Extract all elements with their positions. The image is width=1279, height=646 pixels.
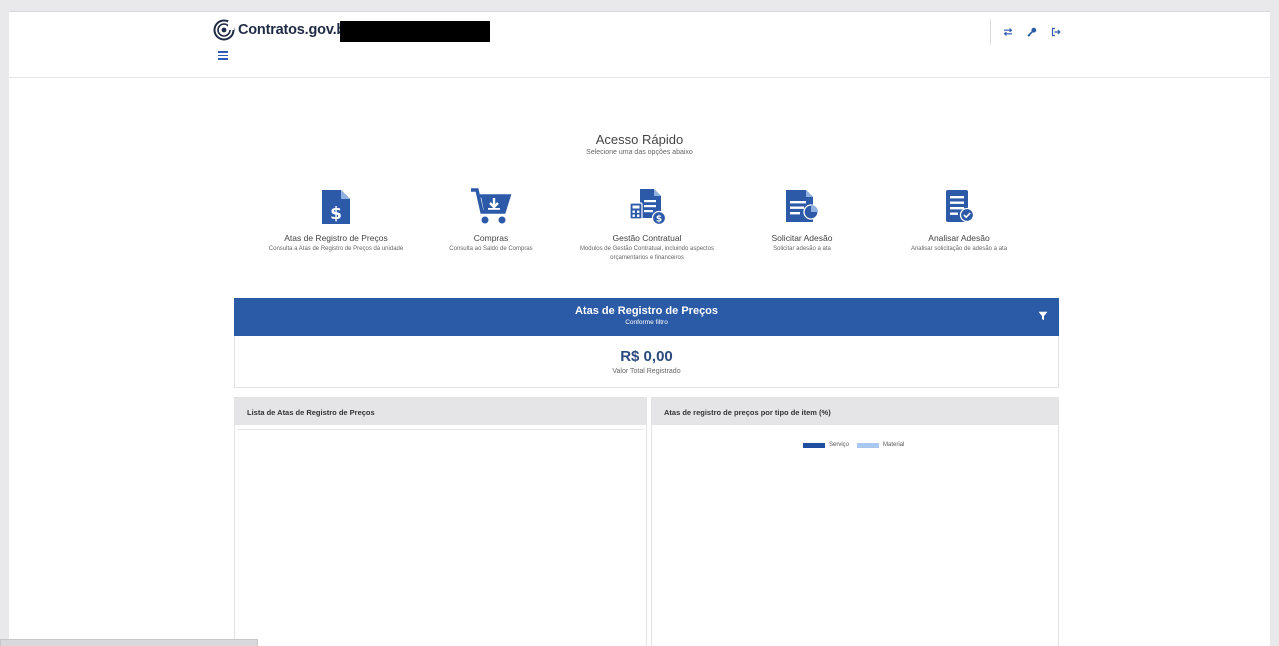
quick-access-label: Gestão Contratual <box>612 233 682 243</box>
filter-icon[interactable] <box>1038 311 1048 321</box>
quick-access-solicitar[interactable]: Solicitar Adesão Solicitar adesão a ata <box>722 188 882 254</box>
logo[interactable]: Contratos.gov.br <box>213 19 351 41</box>
redacted-user-info <box>340 21 490 42</box>
quick-access-desc: Consulta ao Saldo de Compras <box>449 246 533 252</box>
quick-access-label: Solicitar Adesão <box>771 233 833 243</box>
document-check-icon <box>946 190 975 223</box>
key-icon[interactable] <box>1026 26 1038 38</box>
chart-panel: Atas de registro de preços por tipo de i… <box>651 397 1059 646</box>
cart-icon <box>471 188 512 224</box>
quick-access-label: Compras <box>473 233 509 243</box>
banner-title: Atas de Registro de Preços <box>574 305 719 317</box>
total-label: Valor Total Registrado <box>612 368 681 375</box>
transfer-icon[interactable] <box>1002 26 1014 38</box>
atas-summary-banner: Atas de Registro de Preços Conforme filt… <box>234 298 1059 336</box>
quick-access-atas[interactable]: $ Atas de Registro de Preços Consulta a … <box>256 188 416 254</box>
legend-label-material[interactable]: Material <box>883 442 904 448</box>
logo-text: Contratos.gov.br <box>238 22 351 38</box>
quick-access-title: Acesso Rápido <box>595 132 684 147</box>
legend-swatch-material[interactable] <box>857 442 880 448</box>
app-window: Contratos.gov.br Acesso Rápido Selecione… <box>9 11 1270 646</box>
quick-access-compras[interactable]: Compras Consulta ao Saldo de Compras <box>411 188 571 254</box>
quick-access-subtitle: Selecione uma das opções abaixo <box>586 149 693 156</box>
chart-legend: Serviço Material <box>803 442 904 448</box>
svg-text:$: $ <box>330 204 342 224</box>
top-bar: Contratos.gov.br <box>9 12 1270 78</box>
legend-label-servico[interactable]: Serviço <box>829 442 849 448</box>
legend-swatch-servico[interactable] <box>803 442 825 448</box>
quick-access-label: Atas de Registro de Preços <box>284 233 388 243</box>
quick-access-analisar[interactable]: Analisar Adesão Analisar solicitação de … <box>879 188 1039 254</box>
status-bar-tooltip <box>0 639 258 646</box>
header-divider <box>990 19 991 45</box>
quick-access-label: Analisar Adesão <box>928 233 990 243</box>
document-dollar-icon: $ <box>322 190 350 224</box>
list-body <box>237 425 644 430</box>
panel-title: Atas de registro de preços por tipo de i… <box>652 398 1058 425</box>
quick-access-desc: Analisar solicitação de adesão a ata <box>910 246 1008 252</box>
banner-subtitle: Conforme filtro <box>625 319 668 326</box>
header-actions <box>1002 26 1062 38</box>
document-pie-icon <box>786 190 819 222</box>
quick-access-gestao[interactable]: $ Gestão Contratual Modulos de Gestão Co… <box>567 188 727 262</box>
logout-icon[interactable] <box>1050 26 1062 38</box>
hamburger-menu-icon[interactable] <box>218 51 228 61</box>
quick-access-desc: Modulos de Gestão Contratual, incluindo … <box>579 246 715 261</box>
logo-icon <box>213 19 235 41</box>
quick-access-desc: Consulta a Atas de Registro de Preços da… <box>268 246 404 252</box>
total-value: R$ 0,00 <box>620 348 673 365</box>
calculator-document-icon: $ <box>629 189 667 226</box>
svg-text:$: $ <box>656 215 662 225</box>
panel-title: Lista de Atas de Registro de Preços <box>235 398 646 425</box>
atas-list-panel: Lista de Atas de Registro de Preços <box>234 397 647 646</box>
quick-access-desc: Solicitar adesão a ata <box>773 246 831 252</box>
total-summary: R$ 0,00 Valor Total Registrado <box>234 336 1059 388</box>
